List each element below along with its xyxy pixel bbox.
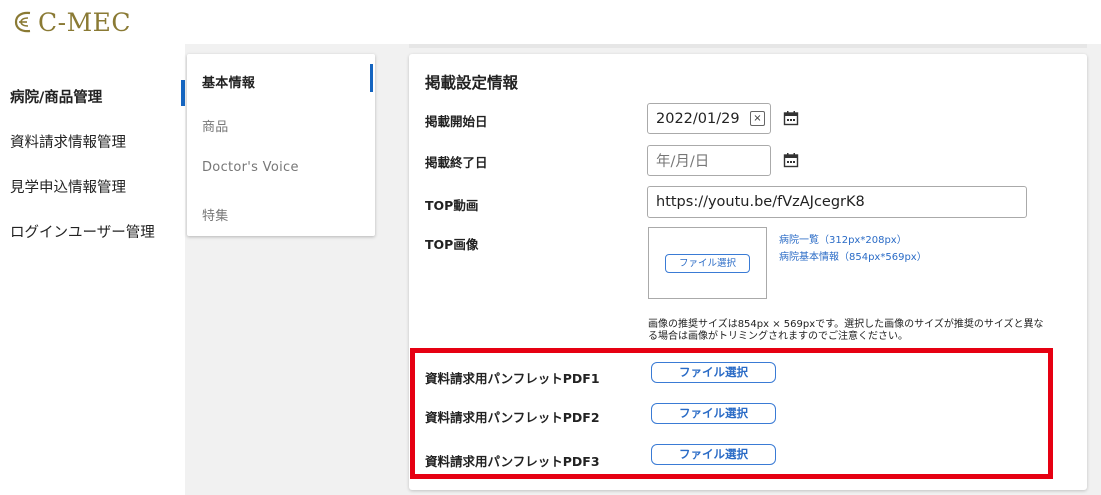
pdf3-label: 資料請求用パンフレットPDF3 xyxy=(425,454,600,469)
calendar-icon[interactable] xyxy=(783,152,799,168)
scroll-shadow xyxy=(409,44,1087,48)
logo-mark-icon xyxy=(14,11,31,33)
top-video-label: TOP動画 xyxy=(425,198,479,213)
end-date-label: 掲載終了日 xyxy=(425,155,488,170)
start-date-input[interactable]: 2022/01/29 × xyxy=(647,103,771,134)
logo[interactable]: C-MEC xyxy=(14,4,131,40)
subnav-item-products[interactable]: 商品 xyxy=(202,116,229,135)
start-date-value: 2022/01/29 xyxy=(656,110,740,127)
sidebar: 病院/商品管理 資料請求情報管理 見学申込情報管理 ログインユーザー管理 xyxy=(0,44,180,495)
app-header: C-MEC xyxy=(0,0,1101,44)
top-image-label: TOP画像 xyxy=(425,237,479,252)
end-date-input[interactable]: 年/月/日 xyxy=(647,145,771,176)
pdf2-file-button[interactable]: ファイル選択 xyxy=(651,403,776,424)
subnav-active-indicator xyxy=(370,64,373,92)
hospital-info-size-link[interactable]: 病院基本情報（854px*569px） xyxy=(779,248,927,263)
subnav-item-basic-info[interactable]: 基本情報 xyxy=(202,72,255,91)
start-date-label: 掲載開始日 xyxy=(425,114,488,129)
top-video-input[interactable]: https://youtu.be/fVzAJcegrK8 xyxy=(647,186,1027,218)
sidebar-item-login-users[interactable]: ログインユーザー管理 xyxy=(10,221,155,242)
calendar-icon[interactable] xyxy=(783,110,799,126)
section-title: 掲載設定情報 xyxy=(425,74,519,92)
subnav-item-doctors-voice[interactable]: Doctor's Voice xyxy=(202,160,299,175)
pdf1-label: 資料請求用パンフレットPDF1 xyxy=(425,371,600,386)
clear-date-button[interactable]: × xyxy=(750,111,765,126)
sidebar-item-hospital-products[interactable]: 病院/商品管理 xyxy=(10,86,102,107)
end-date-placeholder: 年/月/日 xyxy=(656,154,710,170)
pdf3-file-button[interactable]: ファイル選択 xyxy=(651,444,776,465)
image-size-note: 画像の推奨サイズは854px × 569pxです。選択した画像のサイズが推奨のサ… xyxy=(648,319,1044,342)
pdf1-file-button[interactable]: ファイル選択 xyxy=(651,362,776,383)
top-image-file-button[interactable]: ファイル選択 xyxy=(665,254,750,273)
pdf2-label: 資料請求用パンフレットPDF2 xyxy=(425,410,600,425)
logo-text: C-MEC xyxy=(38,7,132,37)
hospital-list-size-link[interactable]: 病院一覧（312px*208px） xyxy=(779,231,907,246)
sub-navigation: 基本情報 商品 Doctor's Voice 特集 xyxy=(187,54,375,236)
sidebar-item-document-requests[interactable]: 資料請求情報管理 xyxy=(10,131,126,152)
subnav-item-features[interactable]: 特集 xyxy=(202,205,229,224)
sidebar-item-visit-applications[interactable]: 見学申込情報管理 xyxy=(10,176,126,197)
